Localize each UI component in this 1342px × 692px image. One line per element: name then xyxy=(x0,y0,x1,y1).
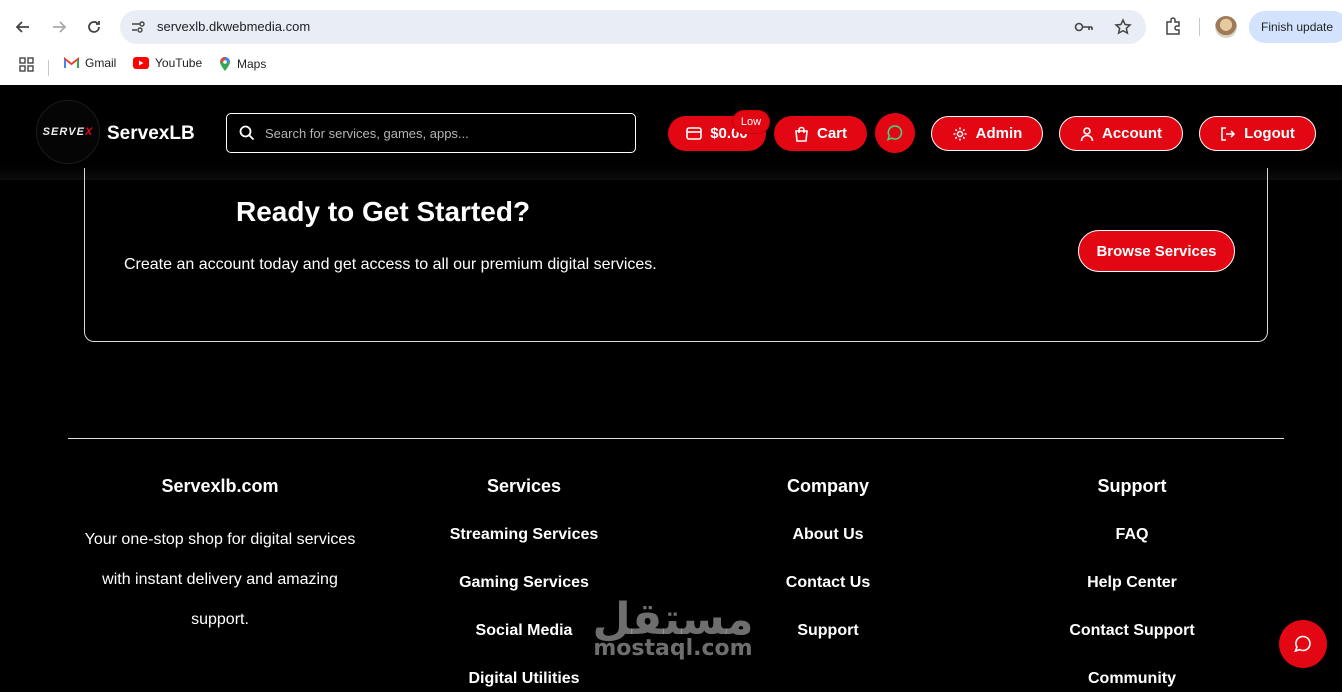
wallet-low-badge: Low xyxy=(733,111,769,133)
maps-icon xyxy=(220,57,230,71)
admin-label: Admin xyxy=(975,125,1023,142)
logout-label: Logout xyxy=(1244,125,1295,142)
footer-company-title: Company xyxy=(786,476,869,496)
user-icon xyxy=(1080,126,1094,141)
about-line: support. xyxy=(191,611,249,628)
logout-button[interactable]: Logout xyxy=(1199,116,1316,151)
browse-services-button[interactable]: Browse Services xyxy=(1078,230,1235,272)
url-text: servexlb.dkwebmedia.com xyxy=(157,19,311,34)
cta-title: Ready to Get Started? xyxy=(236,196,531,227)
bookmarks-divider xyxy=(48,60,49,76)
mostaql-watermark: مستقل mostaql.com xyxy=(588,596,758,660)
extensions-icon[interactable] xyxy=(1163,16,1183,36)
footer-about-title: Servexlb.com xyxy=(161,476,279,496)
gear-icon xyxy=(953,127,967,140)
about-line: Your one-stop shop for digital services xyxy=(84,531,356,548)
arrow-left-icon xyxy=(15,21,29,33)
reload-button[interactable] xyxy=(81,14,107,40)
bookmarks-bar: Gmail YouTube Maps xyxy=(0,52,1342,82)
footer-link-contact-support[interactable]: Contact Support xyxy=(982,620,1282,668)
credit-card-icon xyxy=(686,127,703,140)
chat-button[interactable] xyxy=(875,113,915,153)
footer-link-help-center[interactable]: Help Center xyxy=(982,572,1282,620)
bookmark-youtube[interactable]: YouTube xyxy=(133,56,202,70)
star-icon[interactable] xyxy=(1114,18,1132,36)
account-button[interactable]: Account xyxy=(1059,116,1183,151)
toolbar-divider xyxy=(1199,18,1200,36)
site-info-icon[interactable] xyxy=(130,19,146,35)
cart-label: Cart xyxy=(816,125,847,142)
shopping-bag-icon xyxy=(795,126,808,142)
browser-chrome: servexlb.dkwebmedia.com Finish update Gm… xyxy=(0,0,1342,85)
apps-grid-icon[interactable] xyxy=(19,57,34,72)
footer-about-text: Your one-stop shop for digital services … xyxy=(70,520,370,640)
account-label: Account xyxy=(1102,125,1162,142)
logo-wordmark: SERVEX xyxy=(42,126,94,138)
bookmark-gmail[interactable]: Gmail xyxy=(64,56,116,70)
browser-toolbar: servexlb.dkwebmedia.com Finish update xyxy=(0,0,1342,52)
bookmark-label: Maps xyxy=(237,57,267,71)
footer-services-title: Services xyxy=(486,476,562,496)
footer-link-community[interactable]: Community xyxy=(982,668,1282,692)
bookmark-label: Gmail xyxy=(85,56,117,70)
bookmark-maps[interactable]: Maps xyxy=(219,56,266,72)
footer-link-about-us[interactable]: About Us xyxy=(678,524,978,572)
about-line: with instant delivery and amazing xyxy=(102,571,338,588)
search-input[interactable] xyxy=(265,122,625,144)
bookmark-label: YouTube xyxy=(155,56,203,70)
back-button[interactable] xyxy=(10,14,36,40)
site-logo[interactable]: SERVEX xyxy=(36,100,100,164)
watermark-latin: mostaql.com xyxy=(593,636,753,661)
chat-bubble-icon xyxy=(886,125,903,141)
forward-button[interactable] xyxy=(46,14,72,40)
search-bar[interactable] xyxy=(226,113,636,153)
cart-button[interactable]: Cart xyxy=(774,116,867,151)
reload-icon xyxy=(88,21,100,33)
address-bar[interactable]: servexlb.dkwebmedia.com xyxy=(120,10,1146,44)
floating-chat-button[interactable] xyxy=(1279,620,1327,668)
footer-divider xyxy=(68,438,1284,439)
arrow-right-icon xyxy=(53,21,67,33)
footer-support: Support FAQ Help Center Contact Support … xyxy=(982,474,1282,692)
cta-description: Create an account today and get access t… xyxy=(124,256,657,273)
brand-name[interactable]: ServexLB xyxy=(107,123,195,145)
footer-link-streaming-services[interactable]: Streaming Services xyxy=(374,524,674,572)
key-icon[interactable] xyxy=(1074,19,1094,35)
gmail-icon xyxy=(64,57,79,68)
admin-button[interactable]: Admin xyxy=(931,116,1043,151)
footer-support-title: Support xyxy=(1097,476,1167,496)
logout-icon xyxy=(1221,126,1236,141)
footer-link-faq[interactable]: FAQ xyxy=(982,524,1282,572)
footer-link-digital-utilities[interactable]: Digital Utilities xyxy=(374,668,674,692)
search-icon xyxy=(239,125,255,141)
chat-bubble-icon xyxy=(1294,635,1311,653)
profile-avatar[interactable] xyxy=(1215,16,1237,38)
finish-update-button[interactable]: Finish update xyxy=(1249,11,1342,43)
footer-about: Servexlb.com Your one-stop shop for digi… xyxy=(70,474,370,640)
youtube-icon xyxy=(133,57,149,69)
